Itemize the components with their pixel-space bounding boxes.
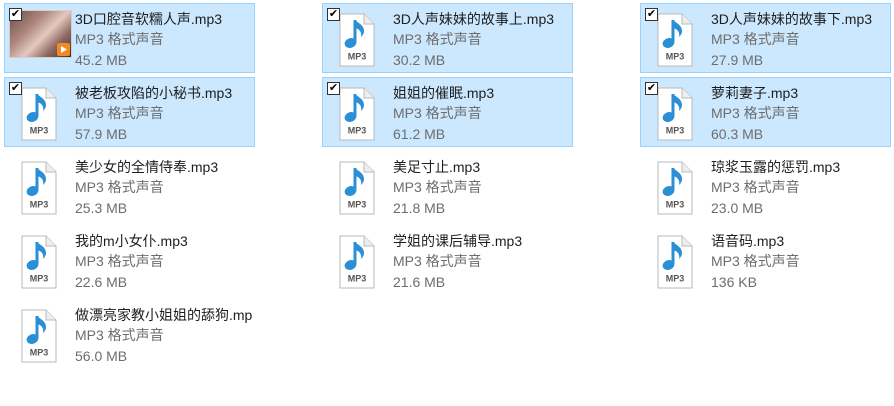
file-tile[interactable]: MP3 我的m小女仆.mp3 MP3 格式声音 22.6 MB bbox=[4, 225, 255, 295]
file-tile[interactable]: ✔ MP3 被老板攻陷的小秘书.mp3 MP3 格式声音 57.9 MB bbox=[4, 77, 255, 147]
file-details: 美足寸止.mp3 MP3 格式声音 21.8 MB bbox=[393, 157, 570, 219]
file-details: 学姐的课后辅导.mp3 MP3 格式声音 21.6 MB bbox=[393, 231, 570, 293]
file-name[interactable]: 姐姐的催眠.mp3 bbox=[393, 83, 570, 103]
mp3-file-icon: MP3 bbox=[334, 235, 379, 289]
mp3-icon-label: MP3 bbox=[30, 348, 49, 358]
file-type: MP3 格式声音 bbox=[75, 31, 164, 47]
mp3-icon-label: MP3 bbox=[348, 52, 367, 62]
mp3-icon-label: MP3 bbox=[348, 126, 367, 136]
file-size: 57.9 MB bbox=[75, 126, 128, 142]
file-size: 21.6 MB bbox=[393, 274, 446, 290]
file-details: 被老板攻陷的小秘书.mp3 MP3 格式声音 57.9 MB bbox=[75, 83, 252, 145]
file-tile[interactable]: ✔ 3D口腔音软糯人声.mp3 MP3 格式声音 45.2 MB bbox=[4, 3, 255, 73]
select-checkbox[interactable]: ✔ bbox=[645, 82, 658, 95]
file-name[interactable]: 3D口腔音软糯人声.mp3 bbox=[75, 9, 252, 29]
file-tile[interactable]: ✔ MP3 萝莉妻子.mp3 MP3 格式声音 60.3 MB bbox=[640, 77, 891, 147]
file-name[interactable]: 语音码.mp3 bbox=[711, 231, 888, 251]
file-details: 3D人声妹妹的故事上.mp3 MP3 格式声音 30.2 MB bbox=[393, 9, 570, 71]
file-type: MP3 格式声音 bbox=[393, 253, 482, 269]
mp3-icon-label: MP3 bbox=[666, 200, 685, 210]
file-name[interactable]: 美足寸止.mp3 bbox=[393, 157, 570, 177]
mp3-file-icon: MP3 bbox=[334, 13, 379, 67]
select-checkbox[interactable]: ✔ bbox=[9, 82, 22, 95]
file-name[interactable]: 学姐的课后辅导.mp3 bbox=[393, 231, 570, 251]
mp3-file-icon: MP3 bbox=[334, 87, 379, 141]
file-size: 30.2 MB bbox=[393, 52, 446, 68]
file-name[interactable]: 做漂亮家教小姐姐的舔狗.mp3 bbox=[75, 305, 252, 325]
file-type: MP3 格式声音 bbox=[711, 179, 800, 195]
file-size: 25.3 MB bbox=[75, 200, 128, 216]
file-tile[interactable]: MP3 语音码.mp3 MP3 格式声音 136 KB bbox=[640, 225, 891, 295]
file-type: MP3 格式声音 bbox=[393, 105, 482, 121]
file-type: MP3 格式声音 bbox=[75, 253, 164, 269]
file-type: MP3 格式声音 bbox=[393, 31, 482, 47]
file-details: 3D口腔音软糯人声.mp3 MP3 格式声音 45.2 MB bbox=[75, 9, 252, 71]
file-type: MP3 格式声音 bbox=[75, 179, 164, 195]
mp3-file-icon: MP3 bbox=[652, 87, 697, 141]
file-details: 语音码.mp3 MP3 格式声音 136 KB bbox=[711, 231, 888, 293]
file-tile[interactable]: MP3 做漂亮家教小姐姐的舔狗.mp3 MP3 格式声音 56.0 MB bbox=[4, 299, 255, 369]
mp3-icon-label: MP3 bbox=[348, 200, 367, 210]
file-type: MP3 格式声音 bbox=[393, 179, 482, 195]
file-tile[interactable]: ✔ MP3 3D人声妹妹的故事下.mp3 MP3 格式声音 27.9 MB bbox=[640, 3, 891, 73]
file-type: MP3 格式声音 bbox=[75, 327, 164, 343]
mp3-file-icon: MP3 bbox=[652, 161, 697, 215]
select-checkbox[interactable]: ✔ bbox=[327, 82, 340, 95]
file-name[interactable]: 3D人声妹妹的故事上.mp3 bbox=[393, 9, 570, 29]
file-type: MP3 格式声音 bbox=[711, 31, 800, 47]
select-checkbox[interactable]: ✔ bbox=[9, 8, 22, 21]
select-checkbox[interactable]: ✔ bbox=[327, 8, 340, 21]
file-size: 136 KB bbox=[711, 274, 757, 290]
mp3-file-icon: MP3 bbox=[16, 161, 61, 215]
file-size: 61.2 MB bbox=[393, 126, 446, 142]
file-tile[interactable]: ✔ MP3 3D人声妹妹的故事上.mp3 MP3 格式声音 30.2 MB bbox=[322, 3, 573, 73]
file-details: 我的m小女仆.mp3 MP3 格式声音 22.6 MB bbox=[75, 231, 252, 293]
file-size: 60.3 MB bbox=[711, 126, 764, 142]
file-name[interactable]: 萝莉妻子.mp3 bbox=[711, 83, 888, 103]
mp3-file-icon: MP3 bbox=[652, 13, 697, 67]
mp3-file-icon: MP3 bbox=[16, 235, 61, 289]
file-type: MP3 格式声音 bbox=[75, 105, 164, 121]
file-name[interactable]: 3D人声妹妹的故事下.mp3 bbox=[711, 9, 888, 29]
file-name[interactable]: 我的m小女仆.mp3 bbox=[75, 231, 252, 251]
mp3-icon-label: MP3 bbox=[666, 52, 685, 62]
file-size: 56.0 MB bbox=[75, 348, 128, 364]
mp3-icon-label: MP3 bbox=[30, 274, 49, 284]
file-details: 3D人声妹妹的故事下.mp3 MP3 格式声音 27.9 MB bbox=[711, 9, 888, 71]
file-tile[interactable]: MP3 琼浆玉露的惩罚.mp3 MP3 格式声音 23.0 MB bbox=[640, 151, 891, 221]
file-size: 23.0 MB bbox=[711, 200, 764, 216]
file-details: 琼浆玉露的惩罚.mp3 MP3 格式声音 23.0 MB bbox=[711, 157, 888, 219]
file-name[interactable]: 被老板攻陷的小秘书.mp3 bbox=[75, 83, 252, 103]
file-name[interactable]: 美少女的全情侍奉.mp3 bbox=[75, 157, 252, 177]
mp3-icon-label: MP3 bbox=[666, 274, 685, 284]
file-name[interactable]: 琼浆玉露的惩罚.mp3 bbox=[711, 157, 888, 177]
file-tile[interactable]: MP3 美少女的全情侍奉.mp3 MP3 格式声音 25.3 MB bbox=[4, 151, 255, 221]
file-tile[interactable]: MP3 学姐的课后辅导.mp3 MP3 格式声音 21.6 MB bbox=[322, 225, 573, 295]
mp3-file-icon: MP3 bbox=[16, 309, 61, 363]
file-tiles-view: ✔ 3D口腔音软糯人声.mp3 MP3 格式声音 45.2 MB ✔ MP3 3D人声妹妹的… bbox=[0, 0, 894, 406]
file-details: 姐姐的催眠.mp3 MP3 格式声音 61.2 MB bbox=[393, 83, 570, 145]
file-tile[interactable]: MP3 美足寸止.mp3 MP3 格式声音 21.8 MB bbox=[322, 151, 573, 221]
file-type: MP3 格式声音 bbox=[711, 253, 800, 269]
file-tile[interactable]: ✔ MP3 姐姐的催眠.mp3 MP3 格式声音 61.2 MB bbox=[322, 77, 573, 147]
file-size: 22.6 MB bbox=[75, 274, 128, 290]
file-details: 做漂亮家教小姐姐的舔狗.mp3 MP3 格式声音 56.0 MB bbox=[75, 305, 252, 367]
play-badge-icon bbox=[57, 43, 70, 56]
mp3-icon-label: MP3 bbox=[30, 126, 49, 136]
file-size: 27.9 MB bbox=[711, 52, 764, 68]
mp3-icon-label: MP3 bbox=[348, 274, 367, 284]
select-checkbox[interactable]: ✔ bbox=[645, 8, 658, 21]
mp3-file-icon: MP3 bbox=[16, 87, 61, 141]
file-details: 萝莉妻子.mp3 MP3 格式声音 60.3 MB bbox=[711, 83, 888, 145]
file-size: 21.8 MB bbox=[393, 200, 446, 216]
mp3-icon-label: MP3 bbox=[30, 200, 49, 210]
mp3-file-icon: MP3 bbox=[334, 161, 379, 215]
mp3-icon-label: MP3 bbox=[666, 126, 685, 136]
file-size: 45.2 MB bbox=[75, 52, 128, 68]
file-details: 美少女的全情侍奉.mp3 MP3 格式声音 25.3 MB bbox=[75, 157, 252, 219]
file-type: MP3 格式声音 bbox=[711, 105, 800, 121]
mp3-file-icon: MP3 bbox=[652, 235, 697, 289]
